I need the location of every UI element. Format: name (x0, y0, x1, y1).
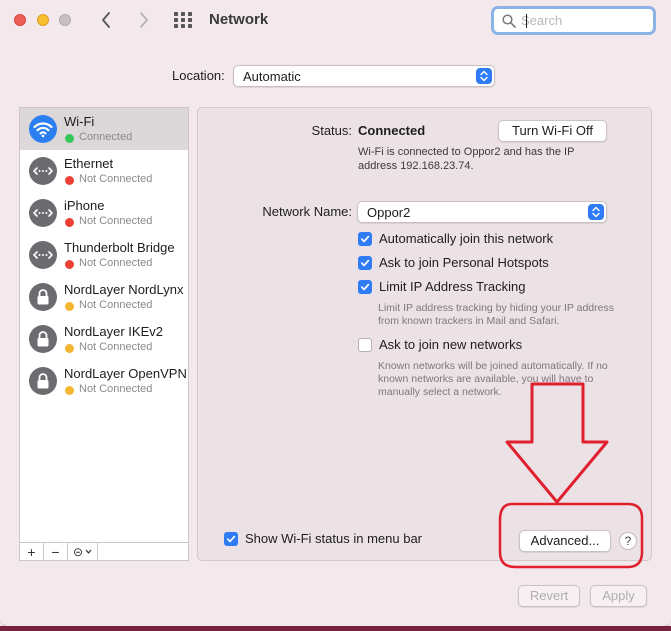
search-icon (502, 13, 516, 28)
ethernet-icon (29, 157, 57, 185)
chevron-down-icon (85, 549, 92, 554)
lock-icon (29, 367, 57, 395)
lock-icon (29, 325, 57, 353)
checkmark-icon (358, 255, 372, 270)
desktop-background (0, 626, 671, 631)
limit-ip-tracking-label: Limit IP Address Tracking (379, 279, 526, 294)
network-name-value: Oppor2 (367, 204, 411, 220)
wifi-icon (29, 115, 57, 143)
back-button[interactable] (95, 9, 117, 31)
remove-service-button[interactable]: − (44, 543, 68, 560)
window-title: Network (209, 11, 269, 28)
service-status: Connected (79, 131, 133, 143)
chevron-left-icon (102, 12, 110, 28)
unchecked-box-icon (358, 337, 372, 352)
service-name: iPhone (64, 198, 105, 213)
apply-button[interactable]: Apply (590, 585, 647, 607)
service-name: NordLayer OpenVPN (64, 366, 187, 381)
status-dot (65, 134, 74, 143)
network-name-label: Network Name: (262, 204, 352, 219)
service-item-iphone[interactable]: iPhone Not Connected (20, 192, 188, 234)
status-description: Wi-Fi is connected to Oppor2 and has the… (358, 146, 575, 172)
ethernet-icon (29, 241, 57, 269)
turn-wifi-off-button[interactable]: Turn Wi-Fi Off (498, 120, 607, 142)
updown-chevron-icon (588, 204, 604, 220)
status-dot (65, 176, 74, 185)
service-status: Not Connected (79, 257, 153, 269)
action-icon: ⊝ (72, 544, 84, 559)
service-status: Not Connected (79, 299, 153, 311)
service-item-wifi[interactable]: Wi-Fi Connected (20, 108, 188, 150)
auto-join-label: Automatically join this network (379, 231, 554, 246)
show-wifi-menubar-label: Show Wi-Fi status in menu bar (245, 531, 423, 546)
status-label: Status: (311, 123, 352, 138)
status-dot (65, 302, 74, 311)
service-name: NordLayer NordLynx (64, 282, 184, 297)
status-value: Connected (358, 123, 426, 138)
updown-chevron-icon (476, 68, 492, 84)
limit-ip-hint: Limit IP address tracking by hiding your… (378, 302, 614, 327)
search-input[interactable] (521, 13, 641, 28)
service-status: Not Connected (79, 215, 153, 227)
search-field[interactable] (491, 6, 656, 35)
grid-icon (174, 12, 192, 28)
service-item-nordlayer-openvpn[interactable]: NordLayer OpenVPN Not Connected (20, 360, 188, 402)
status-dot (65, 386, 74, 395)
service-name: Ethernet (64, 156, 114, 171)
minimize-window-button[interactable] (37, 14, 49, 26)
forward-button[interactable] (133, 9, 155, 31)
advanced-button[interactable]: Advanced... (519, 530, 611, 552)
status-dot (65, 218, 74, 227)
close-window-button[interactable] (14, 14, 26, 26)
checkmark-icon (224, 531, 238, 546)
service-name: NordLayer IKEv2 (64, 324, 163, 339)
service-item-thunderbolt-bridge[interactable]: Thunderbolt Bridge Not Connected (20, 234, 188, 276)
revert-button[interactable]: Revert (518, 585, 580, 607)
status-dot (65, 260, 74, 269)
service-name: Wi-Fi (64, 114, 95, 129)
lock-icon (29, 283, 57, 311)
show-wifi-menubar-checkbox[interactable]: Show Wi-Fi status in menu bar (224, 531, 422, 546)
titlebar: Network (0, 0, 671, 40)
ask-new-networks-label: Ask to join new networks (379, 337, 523, 352)
help-button[interactable]: ? (619, 532, 637, 550)
service-status: Not Connected (79, 341, 153, 353)
chevron-right-icon (140, 12, 148, 28)
service-list: Wi-Fi Connected Ethernet Not Connected i… (19, 107, 189, 543)
action-menu-button[interactable]: ⊝ (68, 543, 98, 560)
checkmark-icon (358, 231, 372, 246)
location-label: Location: (172, 68, 225, 83)
add-service-button[interactable]: + (20, 543, 44, 560)
location-value: Automatic (243, 68, 301, 84)
status-dot (65, 344, 74, 353)
location-popup[interactable]: Automatic (233, 65, 495, 87)
service-item-ethernet[interactable]: Ethernet Not Connected (20, 150, 188, 192)
service-status: Not Connected (79, 383, 153, 395)
ask-new-networks-checkbox[interactable]: Ask to join new networks (358, 337, 522, 352)
text-cursor (526, 14, 527, 28)
ask-hotspots-checkbox[interactable]: Ask to join Personal Hotspots (358, 255, 549, 270)
ask-hotspots-label: Ask to join Personal Hotspots (379, 255, 549, 270)
wifi-detail-pane (197, 107, 652, 561)
network-name-popup[interactable]: Oppor2 (357, 201, 607, 223)
service-item-nordlayer-ikev2[interactable]: NordLayer IKEv2 Not Connected (20, 318, 188, 360)
service-name: Thunderbolt Bridge (64, 240, 175, 255)
ethernet-icon (29, 199, 57, 227)
service-item-nordlayer-nordlynx[interactable]: NordLayer NordLynx Not Connected (20, 276, 188, 318)
show-all-button[interactable] (173, 11, 193, 29)
zoom-window-button[interactable] (59, 14, 71, 26)
network-preferences-window: Network Location: Automatic Wi-Fi (0, 0, 671, 627)
service-status: Not Connected (79, 173, 153, 185)
auto-join-checkbox[interactable]: Automatically join this network (358, 231, 553, 246)
limit-ip-tracking-checkbox[interactable]: Limit IP Address Tracking (358, 279, 525, 294)
checkmark-icon (358, 279, 372, 294)
service-list-toolbar: + − ⊝ (19, 542, 189, 561)
join-networks-hint: Known networks will be joined automatica… (378, 360, 608, 398)
